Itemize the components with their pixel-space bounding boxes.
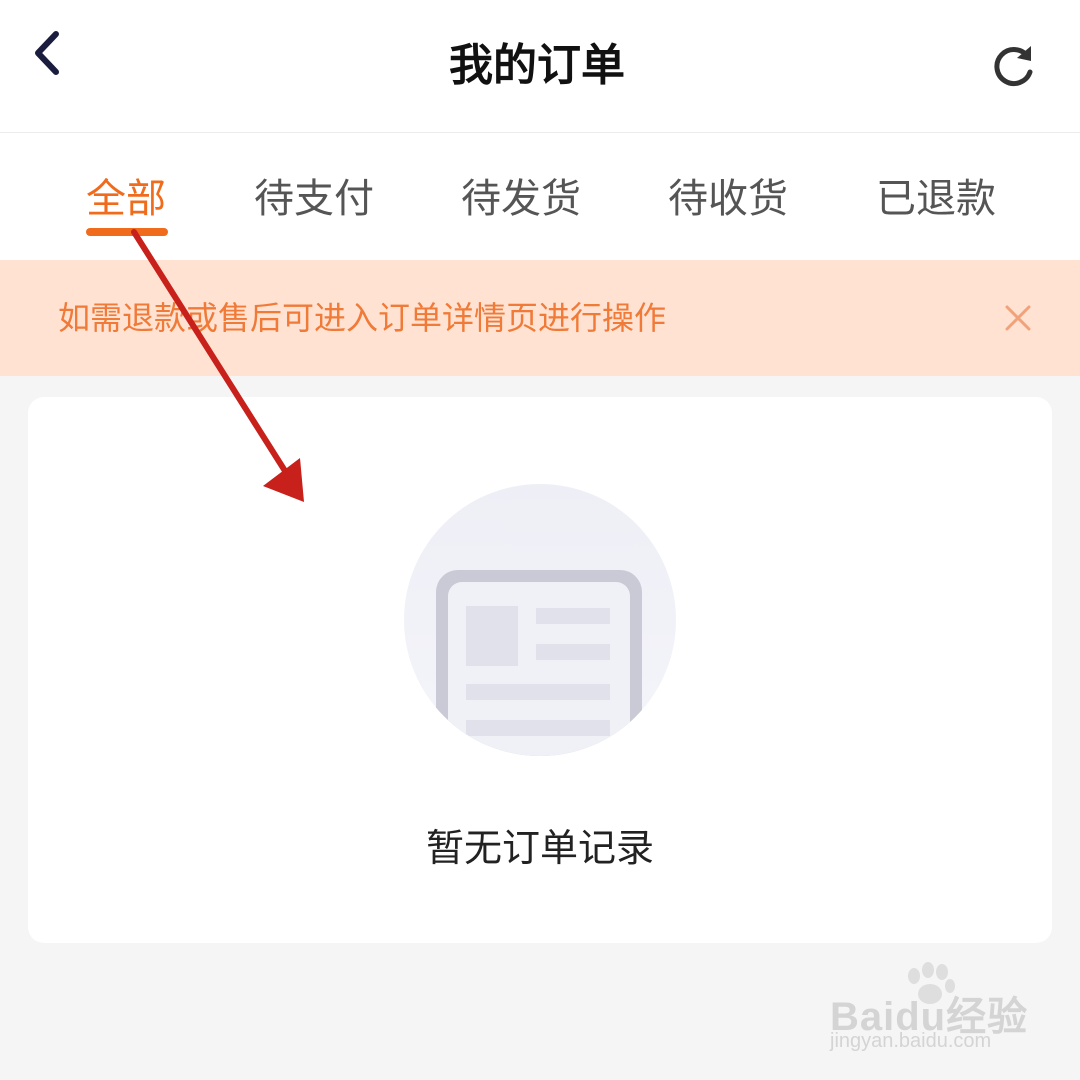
notice-close-button[interactable] [994, 296, 1042, 344]
refresh-button[interactable] [982, 36, 1046, 100]
watermark-url: jingyan.baidu.com [830, 1030, 992, 1052]
refresh-icon [990, 42, 1038, 94]
tab-refunded[interactable]: 已退款 [876, 169, 996, 233]
tab-pending-shipment[interactable]: 待发货 [461, 169, 581, 233]
tab-pending-receipt[interactable]: 待收货 [668, 169, 788, 233]
notice-text: 如需退款或售后可进入订单详情页进行操作 [58, 299, 667, 337]
notice-banner: 如需退款或售后可进入订单详情页进行操作 [0, 260, 1080, 376]
baidu-jingyan-watermark: Baidu经验 jingyan.baidu.com [826, 962, 1027, 1058]
active-tab-indicator [86, 228, 168, 236]
close-icon [1003, 303, 1033, 337]
empty-orders-illustration [404, 484, 676, 756]
empty-state-text: 暂无订单记录 [425, 826, 654, 870]
tab-pending-payment[interactable]: 待支付 [254, 169, 374, 233]
page-title: 我的订单 [449, 40, 625, 91]
tab-all[interactable]: 全部 [86, 169, 166, 233]
order-status-tabs: 全部 待支付 待发货 待收货 已退款 [0, 133, 1080, 260]
top-bar: 我的订单 [0, 0, 1080, 133]
orders-page: 我的订单 全部 待支付 待发货 待收货 已退款 如需退款或售后可进入订单详情页进… [0, 0, 1080, 1080]
